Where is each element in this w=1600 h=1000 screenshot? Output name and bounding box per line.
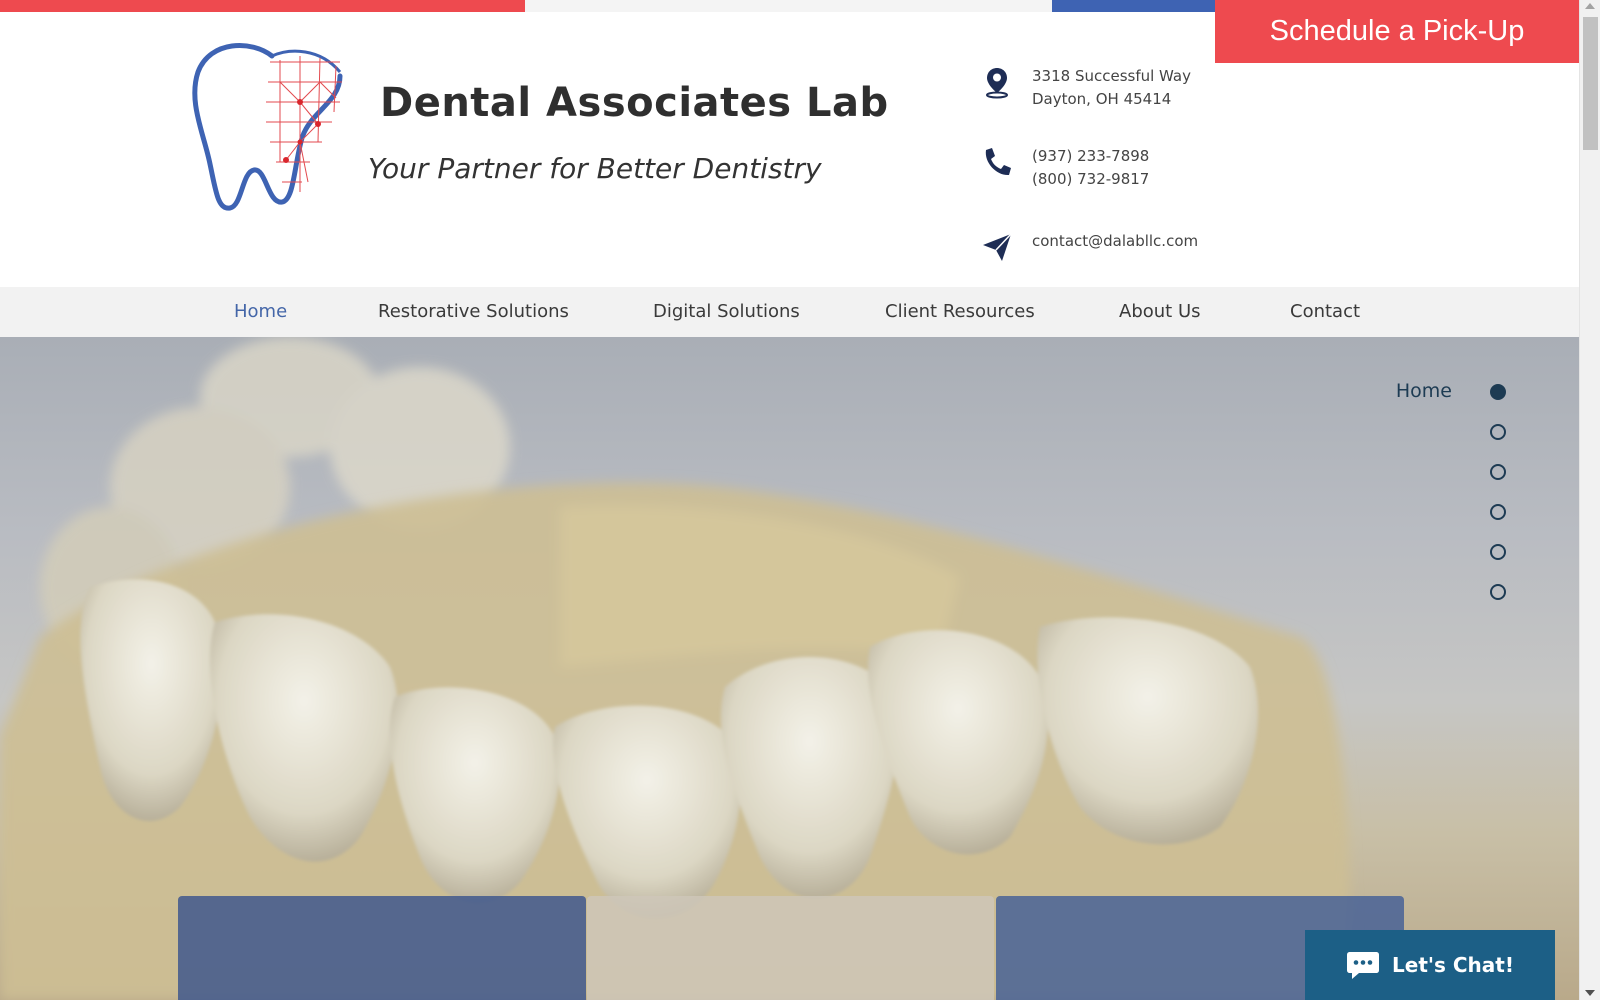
strip-red (0, 0, 525, 12)
nav-client-resources[interactable]: Client Resources (885, 287, 1035, 337)
nav-about-us[interactable]: About Us (1119, 287, 1201, 337)
dot-nav-item-2[interactable] (1490, 424, 1506, 440)
dot-nav-item-5[interactable] (1490, 544, 1506, 560)
scroll-down-arrow-icon[interactable] (1585, 990, 1595, 996)
address-line-2: Dayton, OH 45414 (1032, 90, 1172, 108)
page-viewport: Dental Associates Lab Your Partner for B… (0, 0, 1579, 1000)
address-line-1: 3318 Successful Way (1032, 67, 1191, 85)
nav-digital-solutions[interactable]: Digital Solutions (653, 287, 800, 337)
brand-title[interactable]: Dental Associates Lab (380, 80, 889, 126)
dot-nav-item-4[interactable] (1490, 504, 1506, 520)
chat-bubble-icon (1347, 952, 1380, 979)
dot-nav-item-3[interactable] (1490, 464, 1506, 480)
feature-card-1[interactable] (178, 896, 586, 1000)
schedule-pickup-button[interactable]: Schedule a Pick-Up (1215, 0, 1579, 63)
chat-label: Let's Chat! (1392, 953, 1514, 977)
nav-contact[interactable]: Contact (1290, 287, 1360, 337)
email-link[interactable]: contact@dalabllc.com (1032, 230, 1198, 253)
nav-home[interactable]: Home (234, 287, 287, 337)
paper-plane-icon (983, 233, 1012, 261)
phone-icon (985, 148, 1011, 176)
main-nav: Home Restorative Solutions Digital Solut… (0, 287, 1579, 337)
dot-nav-item-1[interactable] (1490, 384, 1506, 400)
brand-tagline: Your Partner for Better Dentistry (368, 152, 822, 185)
page-scrollbar[interactable] (1579, 0, 1600, 1000)
dot-nav-item-6[interactable] (1490, 584, 1506, 600)
strip-blue (1052, 0, 1217, 12)
location-pin-icon (986, 68, 1008, 99)
feature-card-2[interactable] (587, 896, 994, 1000)
tooth-logo-icon[interactable] (190, 42, 355, 212)
strip-gray (525, 0, 1052, 12)
scroll-up-arrow-icon[interactable] (1585, 3, 1595, 9)
scroll-thumb[interactable] (1583, 17, 1598, 150)
phone-number-2[interactable]: (800) 732-9817 (1032, 168, 1149, 191)
phone-number-1[interactable]: (937) 233-7898 (1032, 145, 1149, 168)
lets-chat-button[interactable]: Let's Chat! (1305, 930, 1555, 1000)
nav-restorative-solutions[interactable]: Restorative Solutions (378, 287, 569, 337)
dot-nav-label-home[interactable]: Home (1396, 380, 1452, 402)
